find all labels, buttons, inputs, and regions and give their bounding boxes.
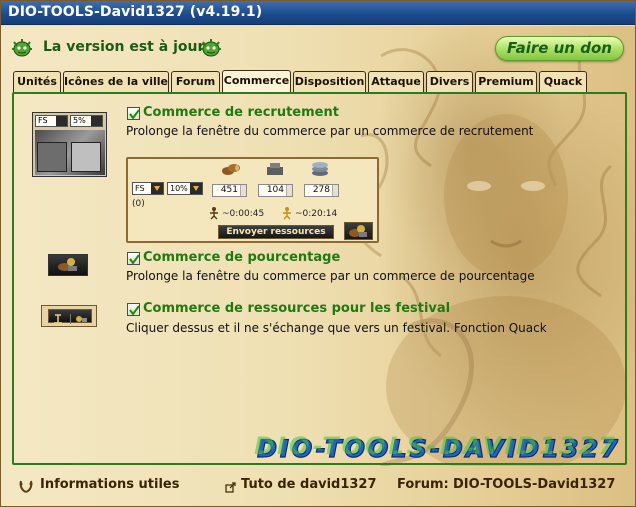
travel-time-2: ~0:20:14 — [295, 209, 338, 219]
unit-select[interactable]: FS — [132, 182, 164, 195]
festival-trade-thumbnail — [41, 305, 97, 327]
festival-icon — [54, 314, 87, 324]
percent-trade-description: Prolonge la fenêtre du commerce par un c… — [126, 269, 535, 283]
resources-icon — [58, 258, 77, 271]
trade-count: (0) — [132, 199, 145, 209]
recruit-trade-description: Prolonge la fenêtre du commerce par un c… — [126, 124, 534, 138]
wood-amount-input[interactable]: 451 — [212, 184, 247, 197]
window-title: DIO-TOOLS-David1327 (v4.19.1) — [8, 4, 263, 20]
recruit-trade-thumbnail: FS 5% — [32, 112, 107, 177]
recruit-trade-title: Commerce de recrutement — [143, 105, 339, 120]
donate-button[interactable]: Faire un don — [495, 36, 624, 61]
percent-trade-thumbnail — [48, 254, 88, 276]
tab-unites[interactable]: Unités — [13, 71, 61, 93]
festival-buttons-image — [48, 309, 92, 324]
external-link-icon — [225, 482, 236, 493]
dio-logo-icon — [12, 39, 32, 57]
dio-tools-window: DIO-TOOLS-David1327 (v4.19.1) La version… — [0, 0, 636, 507]
percent-trade-title: Commerce de pourcentage — [143, 250, 341, 265]
check-icon — [129, 109, 140, 120]
percent-select[interactable]: 10% — [167, 182, 203, 195]
footer: Informations utiles Tuto de david1327 Fo… — [1, 474, 635, 498]
stone-amount-input[interactable]: 104 — [258, 184, 293, 197]
useful-info-link[interactable]: Informations utiles — [40, 477, 179, 492]
recruit-trade-preview: FS 10% 451 104 278 (0) ~0:00:45 ~0:20:14… — [126, 157, 379, 243]
tab-icones-ville[interactable]: Icônes de la ville — [63, 71, 169, 93]
travel-time-1: ~0:00:45 — [222, 209, 265, 219]
title-bar[interactable]: DIO-TOOLS-David1327 (v4.19.1) — [1, 1, 635, 25]
festival-trade-title: Commerce de ressources pour les festival — [143, 301, 451, 316]
svg-text:DIO-TOOLS-DAVID1327: DIO-TOOLS-DAVID1327 — [254, 432, 618, 460]
tab-disposition[interactable]: Disposition — [293, 71, 366, 93]
festival-trade-description: Cliquer dessus et il ne s'échange que ve… — [126, 321, 547, 335]
tab-attaque[interactable]: Attaque — [368, 71, 424, 93]
recruit-trade-checkbox[interactable] — [127, 107, 140, 120]
thumb-percent-select: 5% — [70, 115, 103, 127]
check-icon — [129, 305, 140, 316]
version-text: La version est à jour — [43, 39, 205, 55]
tab-forum[interactable]: Forum — [171, 71, 220, 93]
send-resources-button[interactable]: Envoyer ressources — [218, 225, 334, 239]
dio-tools-signature-logo: DIO-TOOLS-DAVID1327 DIO-TOOLS-DAVID1327 — [254, 432, 619, 463]
silver-coins-icon — [312, 162, 328, 176]
tab-divers[interactable]: Divers — [426, 71, 473, 93]
tab-quack[interactable]: Quack — [539, 71, 587, 93]
forum-link[interactable]: DIO-TOOLS-David1327 — [453, 477, 615, 492]
resources-icon — [349, 225, 367, 237]
trader-icon — [283, 207, 291, 220]
thumb-unit-select: FS — [35, 115, 68, 127]
percent-trade-checkbox[interactable] — [127, 252, 140, 265]
laurel-icon — [19, 480, 33, 493]
wood-icon — [222, 164, 240, 175]
soldier-icon — [210, 207, 218, 220]
silver-amount-input[interactable]: 278 — [304, 184, 339, 197]
check-icon — [129, 254, 140, 265]
tab-commerce[interactable]: Commerce — [222, 70, 291, 94]
unit-portraits-image — [35, 130, 105, 175]
forum-label: Forum: — [397, 477, 449, 492]
festival-trade-checkbox[interactable] — [127, 303, 140, 316]
dio-logo-icon — [201, 39, 221, 57]
stone-icon — [267, 163, 283, 175]
tab-premium[interactable]: Premium — [475, 71, 537, 93]
trade-percent-button[interactable] — [344, 222, 373, 240]
tutorial-link[interactable]: Tuto de david1327 — [241, 477, 377, 492]
